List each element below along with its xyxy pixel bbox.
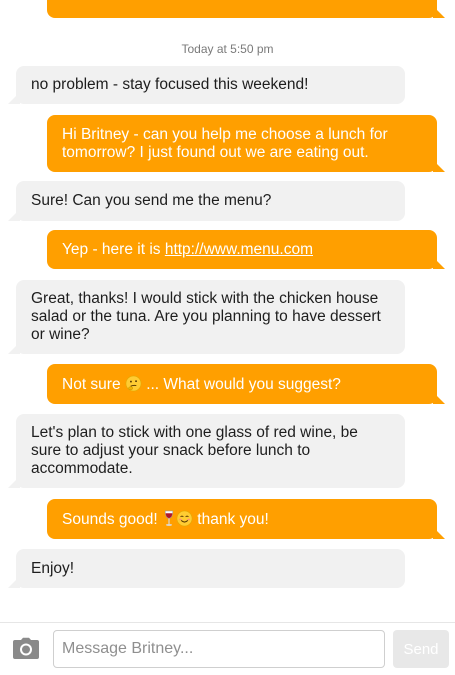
wine-glass-emoji-icon xyxy=(162,510,176,532)
message-text: Enjoy! xyxy=(31,560,75,577)
message-bubble-outgoing: Hi Britney - can you help me choose a lu… xyxy=(47,115,445,172)
camera-icon[interactable] xyxy=(12,637,40,661)
message-bubble-incoming: Great, thanks! I would stick with the ch… xyxy=(8,280,405,354)
message-bubble-outgoing-partial xyxy=(47,0,445,18)
message-bubble-incoming: Enjoy! xyxy=(8,549,405,588)
message-bubble-outgoing: Yep - here it is http://www.menu.com xyxy=(47,230,445,269)
message-input[interactable] xyxy=(53,630,385,668)
message-timestamp: Today at 5:50 pm xyxy=(181,42,274,56)
message-composer: Send xyxy=(0,622,455,675)
smiling-face-emoji-icon xyxy=(176,510,193,532)
message-text: Sure! Can you send me the menu? xyxy=(31,192,272,209)
message-bubble-outgoing: Sounds good! thank you! xyxy=(47,499,445,539)
thinking-face-emoji-icon xyxy=(125,375,142,397)
menu-link[interactable]: http://www.menu.com xyxy=(165,241,313,258)
message-text: no problem - stay focused this weekend! xyxy=(31,76,309,93)
message-text-suffix: thank you! xyxy=(192,511,269,528)
message-bubble-outgoing: Not sure ... What would you suggest? xyxy=(47,364,445,404)
message-text-prefix: Not sure xyxy=(62,376,125,393)
message-text: Hi Britney - can you help me choose a lu… xyxy=(62,126,388,161)
send-button[interactable]: Send xyxy=(393,630,449,668)
chat-screen: Today at 5:50 pm no problem - stay focus… xyxy=(0,0,455,675)
message-text-prefix: Yep - here it is xyxy=(62,241,165,258)
message-bubble-incoming: Let's plan to stick with one glass of re… xyxy=(8,414,405,488)
message-bubble-incoming: Sure! Can you send me the menu? xyxy=(8,181,405,221)
message-text-suffix: ... What would you suggest? xyxy=(141,376,341,393)
message-thread[interactable]: Today at 5:50 pm no problem - stay focus… xyxy=(0,0,455,622)
message-bubble-incoming: no problem - stay focused this weekend! xyxy=(8,66,405,104)
message-text-prefix: Sounds good! xyxy=(62,511,162,528)
message-text: Great, thanks! I would stick with the ch… xyxy=(31,290,381,343)
message-text: Let's plan to stick with one glass of re… xyxy=(31,424,358,477)
